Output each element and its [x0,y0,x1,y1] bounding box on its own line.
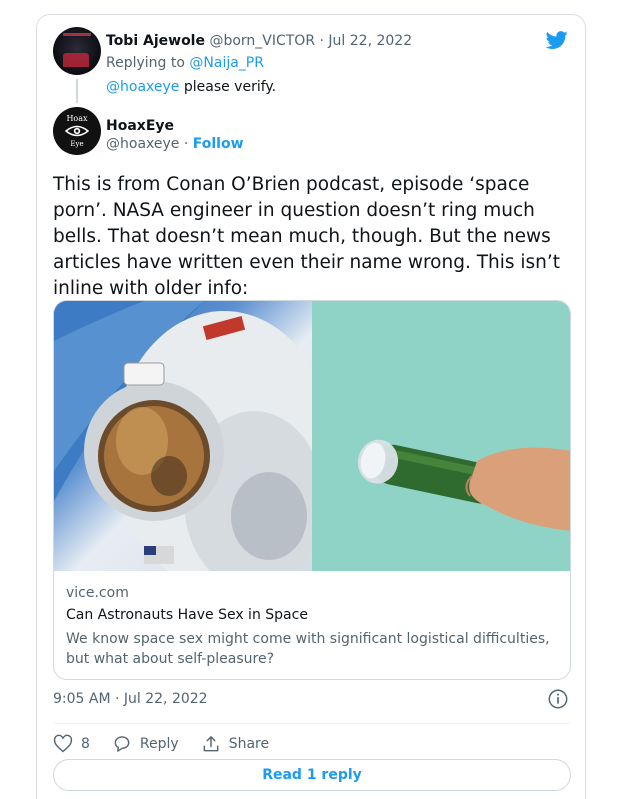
reply-tweet-header: Tobi Ajewole @born_VICTOR · Jul 22, 2022 [106,33,412,49]
astronaut-image [54,301,312,571]
reply-body: please verify. [183,79,277,95]
link-description: We know space sex might come with signif… [66,631,550,667]
hoaxeye-avatar[interactable]: Hoax Eye [53,107,101,155]
main-author-line: @hoaxeye · Follow [106,136,244,152]
separator: · [183,136,189,152]
share-label: Share [228,736,270,752]
link-preview-card[interactable]: vice.com Can Astronauts Have Sex in Spac… [53,300,571,680]
action-bar: 8 Reply Share [53,731,291,757]
tobi-avatar[interactable] [53,27,101,75]
reply-label: Reply [139,736,179,752]
twitter-bird-icon[interactable] [545,29,569,51]
main-author-name[interactable]: HoaxEye [106,118,174,134]
separator: · [319,33,324,49]
replying-to-line: Replying to @Naija_PR [106,55,264,71]
embedded-tweet-card: Tobi Ajewole @born_VICTOR · Jul 22, 2022… [36,14,586,799]
main-author-name-wrap: HoaxEye [106,115,174,134]
reply-button[interactable]: Reply [112,734,179,754]
read-replies-button[interactable]: Read 1 reply [53,759,571,791]
reply-author-name[interactable]: Tobi Ajewole [106,33,205,49]
replying-to-handle[interactable]: @Naija_PR [189,55,264,71]
main-tweet-text: This is from Conan O’Brien podcast, epis… [53,174,561,299]
share-icon [203,736,219,752]
avatar-text-top: Hoax [66,114,88,123]
mention-link[interactable]: @hoaxeye [106,79,179,95]
like-count: 8 [81,736,90,752]
tweet-timestamp[interactable]: 9:05 AM · Jul 22, 2022 [53,691,208,707]
heart-icon [53,734,73,753]
cucumber-image [312,301,570,571]
info-icon[interactable] [547,688,569,710]
eye-icon [65,125,89,137]
main-author-handle[interactable]: @hoaxeye [106,136,179,152]
reply-icon [114,736,130,752]
link-title[interactable]: Can Astronauts Have Sex in Space [66,607,308,623]
link-preview-image[interactable] [54,301,570,571]
thread-line [76,79,78,103]
avatar-text-bottom: Eye [70,140,84,148]
follow-button[interactable]: Follow [193,136,244,152]
share-button[interactable]: Share [201,734,269,754]
like-button[interactable]: 8 [53,734,90,754]
link-domain: vice.com [66,585,129,601]
reply-author-handle[interactable]: @born_VICTOR [209,33,315,49]
reply-date[interactable]: Jul 22, 2022 [328,33,412,49]
replying-prefix: Replying to [106,55,185,71]
divider [53,723,571,724]
reply-tweet-text: @hoaxeye please verify. [106,79,276,95]
